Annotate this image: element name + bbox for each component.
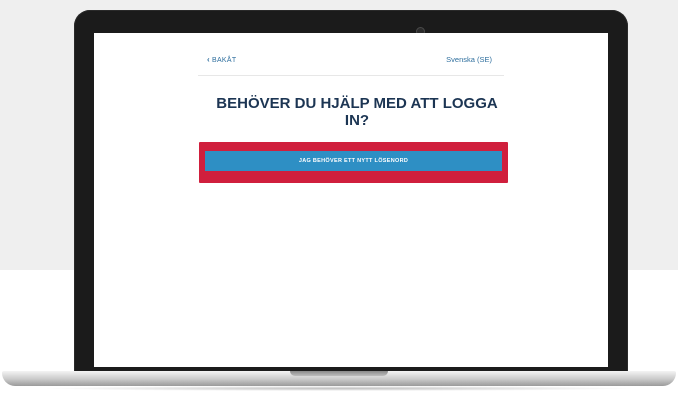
top-bar: ‹ BAKÅT Svenska (SE)	[198, 33, 504, 76]
back-link[interactable]: ‹ BAKÅT	[207, 56, 236, 64]
back-label: BAKÅT	[211, 56, 237, 64]
chevron-left-icon: ‹	[207, 55, 210, 64]
page-title: BEHÖVER DU HJÄLP MED ATT LOGGA IN?	[216, 95, 498, 129]
laptop-screen: ‹ BAKÅT Svenska (SE) BEHÖVER DU HJÄLP ME…	[94, 33, 608, 367]
language-selector[interactable]: Svenska (SE)	[446, 55, 492, 64]
new-password-button[interactable]: JAG BEHÖVER ETT NYTT LÖSENORD	[205, 151, 502, 171]
laptop-base-notch	[290, 371, 388, 376]
laptop-shadow	[40, 386, 638, 391]
